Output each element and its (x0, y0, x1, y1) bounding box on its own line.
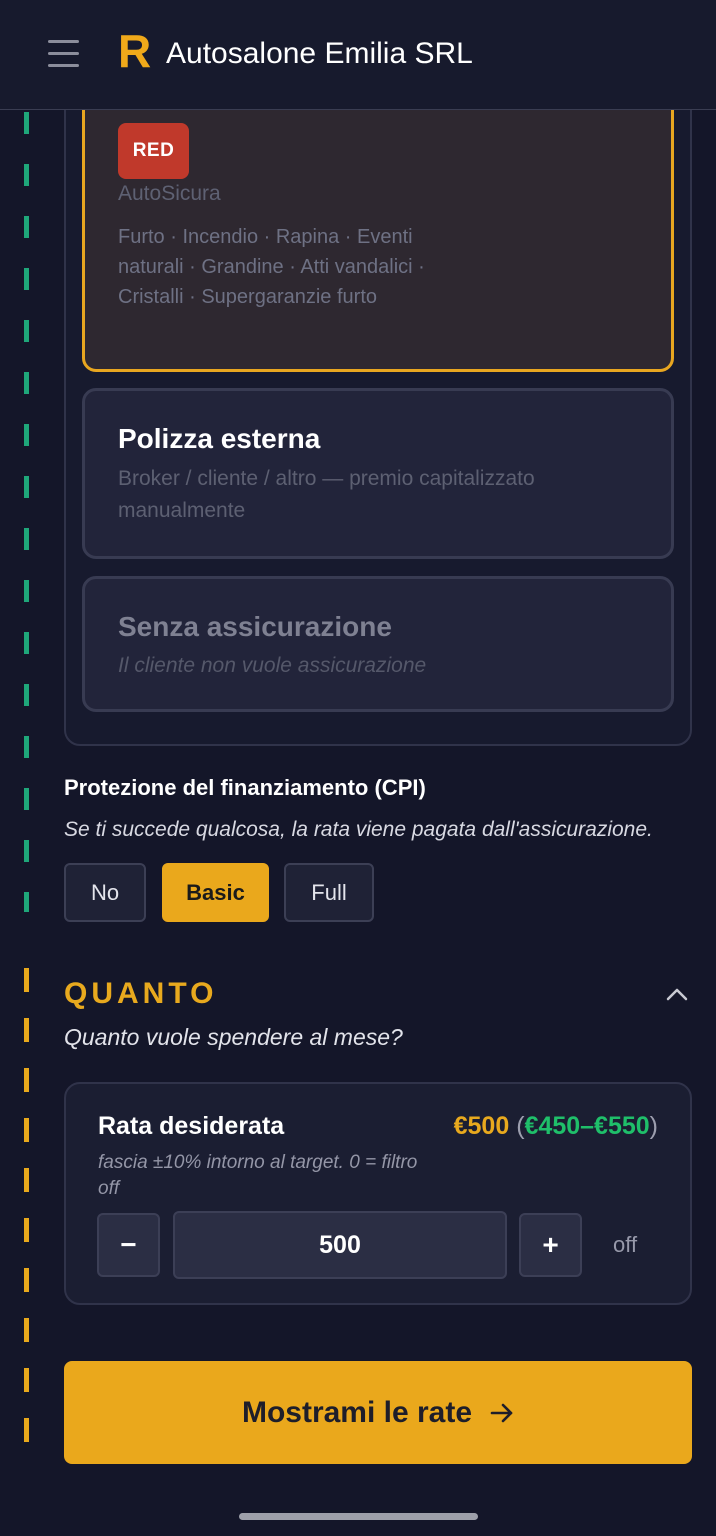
show-rates-label: Mostrami le rate (241, 1395, 473, 1429)
external-policy-title: Polizza esterna (118, 423, 321, 454)
insurance-option-red[interactable] (82, 70, 674, 372)
filter-off-label: off (613, 1232, 638, 1257)
cpi-title: Protezione del finanziamento (CPI) (64, 775, 426, 800)
rata-input[interactable] (173, 1211, 507, 1279)
hamburger-menu-icon[interactable] (48, 40, 79, 68)
section-rail-green (24, 112, 29, 912)
cpi-option-no[interactable]: No (64, 863, 146, 922)
quanto-section-title: QUANTO (64, 977, 218, 1010)
insurance-option-none[interactable] (82, 576, 674, 712)
brand-logo: R (118, 25, 152, 77)
cpi-option-basic[interactable]: Basic (162, 863, 269, 922)
home-indicator (239, 1513, 478, 1520)
cpi-option-full[interactable]: Full (284, 863, 374, 922)
insurance-badge: RED (118, 123, 189, 179)
arrow-right-icon (490, 1403, 513, 1422)
rata-value: €500 (€450–€550) (453, 1112, 658, 1140)
increment-button[interactable]: + (519, 1213, 582, 1277)
no-insurance-subtitle: Il cliente non vuole assicurazione (118, 654, 427, 677)
insurance-provider: AutoSicura (118, 182, 221, 205)
rata-range: €450–€550 (524, 1112, 650, 1140)
rata-help-text: fascia ±10% intorno al target. 0 = filtr… (98, 1152, 418, 1199)
app-header: R Autosalone Emilia SRL (0, 0, 716, 110)
insurance-coverage-list: Furto · Incendio · Rapina · Eventi natur… (118, 226, 425, 308)
cpi-subtitle: Se ti succede qualcosa, la rata viene pa… (64, 818, 653, 841)
quanto-section-subtitle: Quanto vuole spendere al mese? (64, 1024, 403, 1050)
no-insurance-title: Senza assicurazione (118, 611, 392, 642)
show-rates-button[interactable]: Mostrami le rate (64, 1361, 692, 1464)
rata-label: Rata desiderata (98, 1112, 285, 1140)
chevron-up-icon[interactable] (662, 982, 692, 1006)
external-policy-subtitle: Broker / cliente / altro — premio capita… (118, 467, 535, 522)
brand-title: Autosalone Emilia SRL (166, 37, 473, 70)
rata-target: €500 (453, 1112, 510, 1140)
decrement-button[interactable]: − (97, 1213, 160, 1277)
section-rail-orange (24, 968, 29, 1468)
